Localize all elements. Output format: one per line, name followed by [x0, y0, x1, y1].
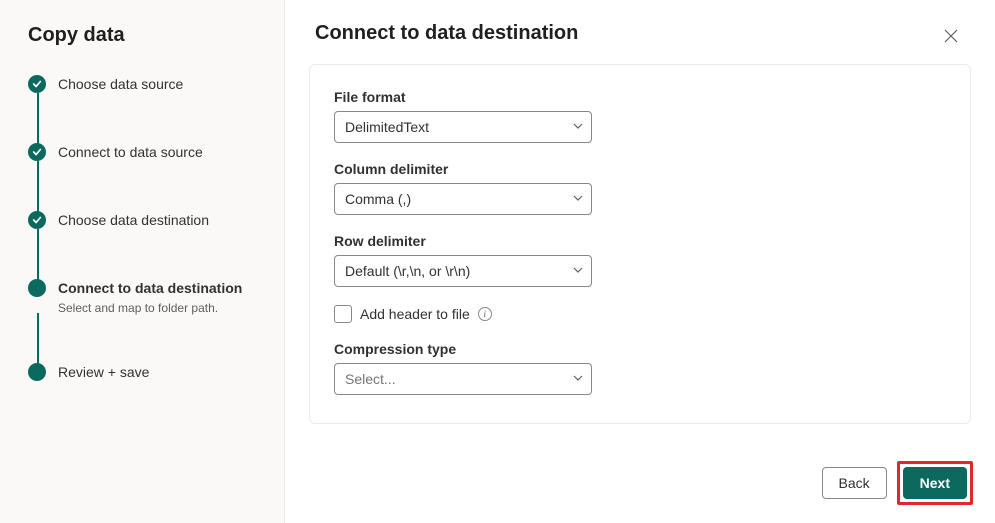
main-panel: Connect to data destination File format … — [285, 0, 995, 523]
close-icon — [943, 28, 959, 44]
step-connector — [28, 163, 260, 211]
step-connector — [28, 315, 260, 363]
step-label: Connect to data destination — [58, 279, 260, 297]
step-connector — [28, 95, 260, 143]
field-compression-type: Compression type — [334, 341, 946, 395]
field-add-header: Add header to file i — [334, 305, 946, 323]
file-format-label: File format — [334, 89, 946, 105]
sidebar-title: Copy data — [28, 24, 260, 47]
step-choose-data-destination[interactable]: Choose data destination — [28, 211, 260, 231]
file-format-select[interactable] — [334, 111, 592, 143]
back-button[interactable]: Back — [822, 467, 887, 499]
field-row-delimiter: Row delimiter — [334, 233, 946, 287]
row-delimiter-label: Row delimiter — [334, 233, 946, 249]
wizard-footer: Back Next — [822, 461, 973, 505]
column-delimiter-select[interactable] — [334, 183, 592, 215]
compression-type-select[interactable] — [334, 363, 592, 395]
page-title: Connect to data destination — [315, 22, 578, 45]
compression-type-label: Compression type — [334, 341, 946, 357]
checkmark-icon — [28, 75, 46, 93]
current-step-icon — [28, 279, 46, 297]
form-card: File format Column delimiter Row delimit… — [309, 64, 971, 424]
main-header: Connect to data destination — [285, 0, 995, 64]
pending-step-icon — [28, 363, 46, 381]
step-connect-data-destination[interactable]: Connect to data destination Select and m… — [28, 279, 260, 315]
step-label: Choose data source — [58, 75, 260, 93]
add-header-checkbox[interactable] — [334, 305, 352, 323]
step-label: Connect to data source — [58, 143, 260, 161]
row-delimiter-select[interactable] — [334, 255, 592, 287]
step-connector — [28, 231, 260, 279]
next-button[interactable]: Next — [903, 467, 967, 499]
field-file-format: File format — [334, 89, 946, 143]
next-button-highlight: Next — [897, 461, 973, 505]
checkmark-icon — [28, 211, 46, 229]
column-delimiter-label: Column delimiter — [334, 161, 946, 177]
checkmark-icon — [28, 143, 46, 161]
step-connect-data-source[interactable]: Connect to data source — [28, 143, 260, 163]
field-column-delimiter: Column delimiter — [334, 161, 946, 215]
wizard-steps: Choose data source Connect to data sourc… — [28, 75, 260, 383]
add-header-label: Add header to file — [360, 306, 470, 322]
close-button[interactable] — [937, 22, 965, 50]
step-sublabel: Select and map to folder path. — [58, 301, 260, 315]
info-icon[interactable]: i — [478, 307, 492, 321]
step-review-save[interactable]: Review + save — [28, 363, 260, 383]
step-label: Choose data destination — [58, 211, 260, 229]
wizard-sidebar: Copy data Choose data source Connect to … — [0, 0, 285, 523]
step-label: Review + save — [58, 363, 260, 381]
step-choose-data-source[interactable]: Choose data source — [28, 75, 260, 95]
